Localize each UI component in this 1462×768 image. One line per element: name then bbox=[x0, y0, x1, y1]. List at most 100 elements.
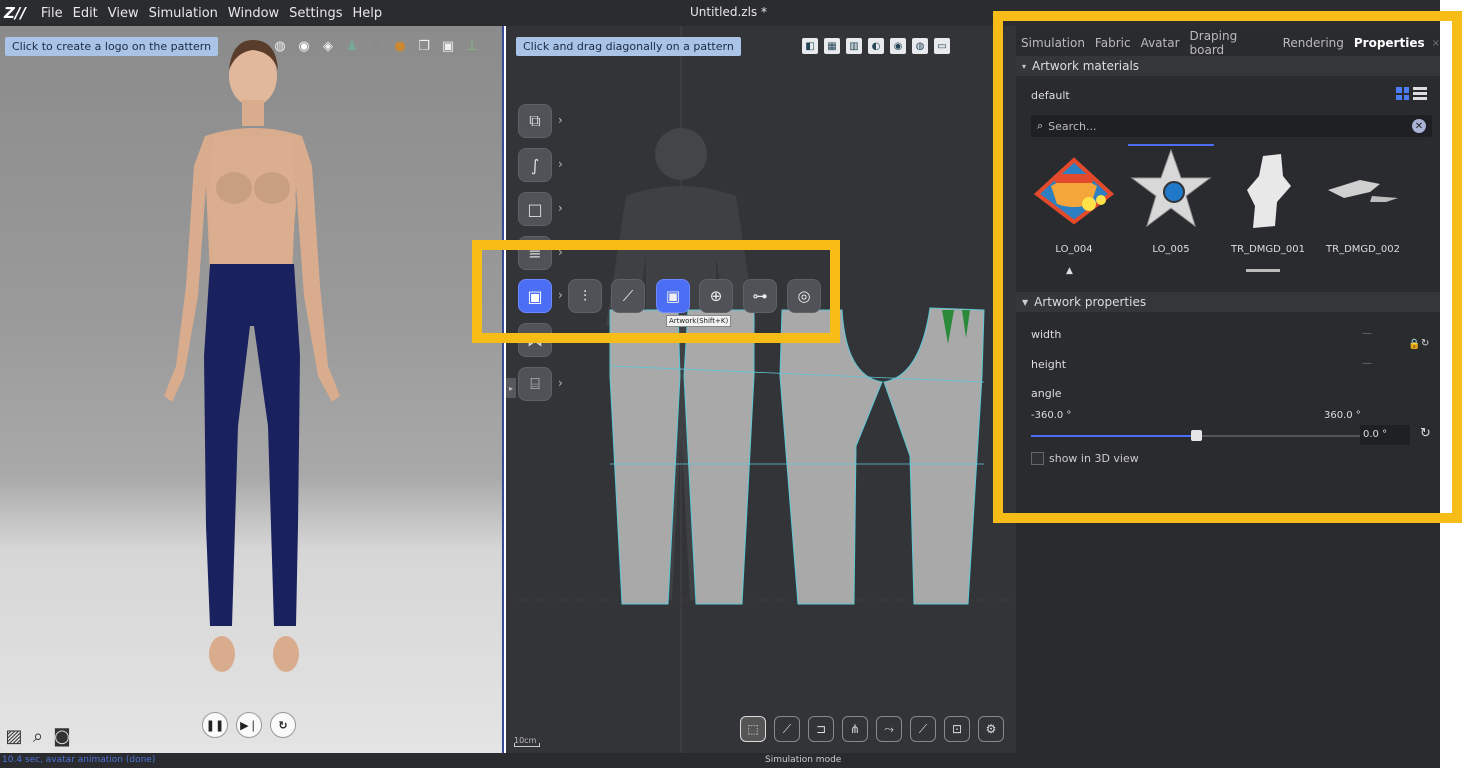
artwork-tile[interactable]: LO_004 bbox=[1031, 146, 1117, 255]
list-view-icon[interactable] bbox=[1413, 87, 1427, 100]
tab-draping-board[interactable]: Draping board bbox=[1185, 29, 1278, 57]
zipper-tool-button[interactable]: ⫶ bbox=[568, 279, 602, 313]
sphere-display-icon[interactable]: ◉ bbox=[296, 38, 312, 54]
display-3d-icon[interactable]: ◧ bbox=[802, 38, 818, 54]
view3d-toolbar: ◍ ◉ ◈ ♟ ♙ ● ❐ ▣ ⊥ bbox=[272, 38, 480, 54]
menu-file[interactable]: File bbox=[36, 6, 68, 21]
select-tool-button[interactable]: ⬚ bbox=[740, 716, 766, 742]
menu-simulation[interactable]: Simulation bbox=[144, 6, 223, 21]
segment-tool-button[interactable]: ⟋ bbox=[774, 716, 800, 742]
viewport-2d[interactable]: Click and drag diagonally on a pattern ◧… bbox=[506, 26, 1016, 753]
grid-display-icon[interactable]: ◍ bbox=[272, 38, 288, 54]
pause-icon[interactable]: ❚❚ bbox=[202, 712, 228, 738]
texture-icon[interactable]: ▦ bbox=[824, 38, 840, 54]
seam-icon[interactable]: ◐ bbox=[868, 38, 884, 54]
buttonhole-tool-button[interactable]: ⊶ bbox=[743, 279, 777, 313]
stitch-tool-button[interactable]: ⟋ bbox=[910, 716, 936, 742]
artwork-thumbnail bbox=[1031, 146, 1117, 232]
point-tool-button[interactable]: ⋔ bbox=[842, 716, 868, 742]
lock-icon[interactable]: 🔒 bbox=[1408, 339, 1420, 350]
avatar-model[interactable] bbox=[0, 26, 504, 753]
fold-tool-button[interactable]: ≡ bbox=[518, 236, 552, 270]
menu-settings[interactable]: Settings bbox=[284, 6, 347, 21]
chevron-right-icon[interactable]: › bbox=[558, 288, 563, 302]
artwork-tool-button[interactable]: ▣ bbox=[518, 279, 552, 313]
texture-display-icon[interactable]: ▣ bbox=[440, 38, 456, 54]
chevron-right-icon[interactable]: › bbox=[558, 245, 563, 259]
reset-icon[interactable]: ↻ bbox=[270, 712, 296, 738]
chevron-right-icon[interactable]: › bbox=[558, 201, 563, 215]
panel-tabs: Simulation Fabric Avatar Draping board R… bbox=[1016, 29, 1440, 57]
fit-tool-button[interactable]: ⊡ bbox=[944, 716, 970, 742]
menu-help[interactable]: Help bbox=[348, 6, 388, 21]
measure-tool-button[interactable]: ⌸ bbox=[518, 367, 552, 401]
chevron-right-icon[interactable]: › bbox=[558, 113, 563, 127]
status-bar: 10.4 sec, avatar animation (done) Simula… bbox=[0, 753, 1440, 768]
grid-view-icon[interactable] bbox=[1396, 87, 1409, 100]
trim-line-tool-button[interactable]: ⟋ bbox=[611, 279, 645, 313]
collapse-panel-handle[interactable]: ▸ bbox=[506, 378, 516, 398]
fabric-display-icon[interactable]: ◈ bbox=[320, 38, 336, 54]
width-value[interactable]: — bbox=[1362, 328, 1372, 339]
trim-tool-button[interactable]: ◎ bbox=[787, 279, 821, 313]
hat-icon: ▲ bbox=[1066, 266, 1073, 276]
tab-rendering[interactable]: Rendering bbox=[1278, 36, 1349, 50]
trim-icon: ◎ bbox=[797, 287, 811, 305]
button-tool-button[interactable]: ⊕ bbox=[699, 279, 733, 313]
show-in-3d-label: show in 3D view bbox=[1049, 452, 1139, 465]
search-input[interactable] bbox=[1048, 119, 1409, 133]
clear-search-icon[interactable]: ✕ bbox=[1412, 119, 1426, 133]
show-in-3d-checkbox[interactable] bbox=[1031, 452, 1044, 465]
body-display-icon[interactable]: ♙ bbox=[368, 38, 384, 54]
artwork-tile[interactable]: TR_DMGD_001 bbox=[1225, 146, 1311, 255]
axis-display-icon[interactable]: ⊥ bbox=[464, 38, 480, 54]
layers-display-icon[interactable]: ❐ bbox=[416, 38, 432, 54]
rectangle-tool-button[interactable]: □ bbox=[518, 192, 552, 226]
artwork-tile[interactable]: LO_005 bbox=[1128, 146, 1214, 255]
edit-curve-tool-button[interactable]: ⊐ bbox=[808, 716, 834, 742]
curve-tool-button[interactable]: ∫ bbox=[518, 148, 552, 182]
view3d-hint: Click to create a logo on the pattern bbox=[5, 37, 219, 56]
menu-view[interactable]: View bbox=[103, 6, 144, 21]
avatar-display-icon[interactable]: ♟ bbox=[344, 38, 360, 54]
reset-angle-icon[interactable]: ↻ bbox=[1420, 426, 1431, 441]
tab-simulation[interactable]: Simulation bbox=[1016, 36, 1090, 50]
tab-properties[interactable]: Properties bbox=[1349, 36, 1430, 50]
tab-avatar[interactable]: Avatar bbox=[1136, 36, 1185, 50]
zoom-icon[interactable]: ⌕ bbox=[28, 726, 48, 747]
color-display-icon[interactable]: ● bbox=[392, 38, 408, 54]
artwork-properties-header[interactable]: ▼ Artwork properties bbox=[1016, 292, 1440, 312]
artwork-tile[interactable]: TR_DMGD_002 bbox=[1320, 146, 1406, 255]
screenshot-icon[interactable]: ▨ bbox=[4, 726, 24, 747]
step-forward-icon[interactable]: ▶❘ bbox=[236, 712, 262, 738]
viewport-3d[interactable]: Click to create a logo on the pattern ◍ … bbox=[0, 26, 504, 753]
menu-edit[interactable]: Edit bbox=[68, 6, 103, 21]
view-mode-toggle bbox=[1396, 87, 1427, 100]
artwork-subtool-button[interactable]: ▣ bbox=[656, 279, 690, 313]
rectangle-icon: □ bbox=[527, 199, 543, 219]
tab-fabric[interactable]: Fabric bbox=[1090, 36, 1136, 50]
angle-slider[interactable] bbox=[1031, 430, 1360, 441]
pattern-canvas[interactable] bbox=[506, 26, 1016, 753]
chevron-right-icon[interactable]: › bbox=[558, 157, 563, 171]
seam-tool-button[interactable]: ⤳ bbox=[876, 716, 902, 742]
pleat-tool-button[interactable]: ⋈ bbox=[518, 323, 552, 357]
grid-icon[interactable]: ▥ bbox=[846, 38, 862, 54]
settings-tool-button[interactable]: ⚙ bbox=[978, 716, 1004, 742]
artwork-thumbnail bbox=[1320, 146, 1406, 232]
chevron-right-icon[interactable]: › bbox=[558, 376, 563, 390]
reset-icon[interactable]: ↻ bbox=[1421, 338, 1429, 349]
artwork-materials-header[interactable]: ▾ Artwork materials bbox=[1016, 56, 1440, 76]
close-icon[interactable]: × bbox=[1432, 38, 1440, 49]
point-icon[interactable]: ◉ bbox=[890, 38, 906, 54]
menu-window[interactable]: Window bbox=[223, 6, 284, 21]
angle-slider-knob[interactable] bbox=[1190, 430, 1202, 441]
height-value[interactable]: — bbox=[1362, 358, 1372, 369]
artwork-label: LO_005 bbox=[1152, 244, 1190, 255]
search-box: ⌕ ✕ bbox=[1031, 115, 1432, 137]
measure-icon[interactable]: ▭ bbox=[934, 38, 950, 54]
visibility-icon[interactable]: ◍ bbox=[912, 38, 928, 54]
camera-icon[interactable]: ◙ bbox=[52, 726, 72, 747]
angle-input[interactable]: 0.0 ° bbox=[1360, 425, 1410, 445]
transform-tool-button[interactable]: ⧉ bbox=[518, 104, 552, 138]
